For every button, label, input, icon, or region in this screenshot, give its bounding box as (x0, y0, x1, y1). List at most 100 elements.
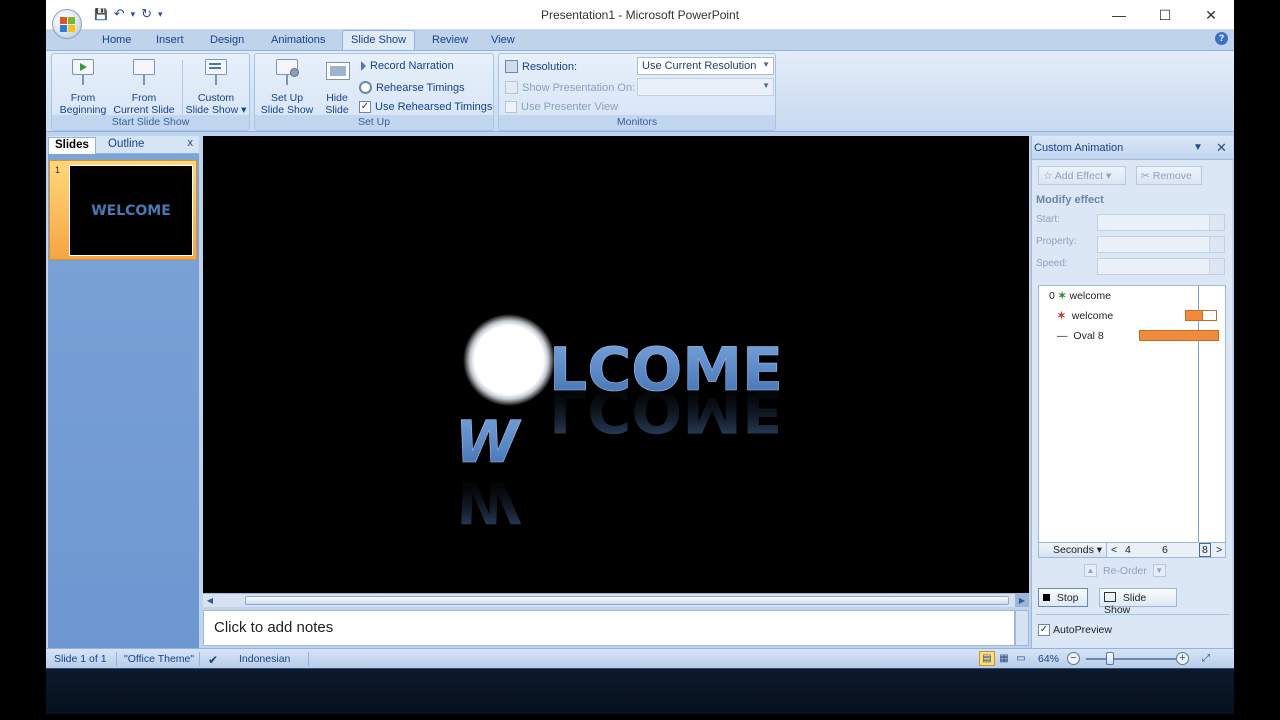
w-reflection: W (455, 468, 522, 536)
tab-view[interactable]: View (491, 34, 515, 46)
thumbnail-preview: WELCOME (69, 165, 193, 256)
move-up-icon[interactable]: ▲ (1084, 564, 1097, 577)
hide-slide-button[interactable]: Hide Slide (317, 58, 357, 116)
rehearse-timings-label: Rehearse Timings (376, 81, 465, 94)
anim-item-0[interactable]: 0 ✶ welcome (1049, 290, 1111, 302)
scroll-left-icon[interactable]: ◀ (203, 594, 217, 607)
stopwatch-icon (359, 81, 372, 94)
resolution-label-row: Resolution: (505, 60, 577, 73)
use-rehearsed-label: Use Rehearsed Timings (375, 101, 493, 113)
tab-outline[interactable]: Outline (102, 137, 150, 154)
pane-tabs: Slides Outline x (48, 136, 199, 154)
notes-scrollbar[interactable] (1015, 610, 1029, 646)
slide-canvas: LCOME LCOME W W (455, 314, 783, 536)
pane-options-icon[interactable]: ▼ (1193, 142, 1203, 153)
group-label-start: Start Slide Show (52, 115, 249, 130)
help-icon[interactable]: ? (1215, 32, 1228, 45)
slide-show-icon (1104, 592, 1116, 602)
presenter-view-checkbox[interactable]: Use Presenter View (505, 101, 618, 113)
set-up-slide-show-button[interactable]: Set Up Slide Show (257, 58, 317, 116)
custom-show-label-1: Custom (197, 92, 235, 104)
remove-icon: ✂ (1141, 170, 1150, 182)
autopreview-checkbox[interactable]: ✓ AutoPreview (1038, 624, 1112, 636)
anim-item-1[interactable]: ✶ welcome (1057, 310, 1113, 322)
remove-button[interactable]: ✂ Remove (1136, 166, 1202, 185)
seconds-dropdown[interactable]: Seconds ▾ (1039, 543, 1107, 557)
maximize-button[interactable]: ☐ (1142, 0, 1188, 30)
add-effect-label: Add Effect ▾ (1054, 170, 1112, 182)
tick-6: 6 (1162, 544, 1168, 556)
zoom-in-icon[interactable]: + (1176, 652, 1189, 665)
zoom-slider-thumb[interactable] (1106, 652, 1114, 665)
zoom-level[interactable]: 64% (1038, 653, 1059, 665)
dash-icon: — (1057, 330, 1068, 342)
anim-timing-bar-1[interactable] (1185, 310, 1203, 321)
move-down-icon[interactable]: ▼ (1152, 564, 1166, 577)
anim-item-name: Oval 8 (1073, 330, 1104, 342)
custom-slide-show-button[interactable]: Custom Slide Show ▾ (183, 58, 249, 116)
slide-sorter-view-icon[interactable]: ▦ (996, 651, 1012, 666)
close-button[interactable]: ✕ (1188, 0, 1234, 30)
autopreview-check[interactable]: ✓ (1038, 624, 1050, 636)
normal-view-icon[interactable]: ▤ (979, 651, 995, 666)
oval-8-glow[interactable] (463, 314, 555, 406)
tab-design[interactable]: Design (210, 34, 244, 46)
spelling-check-icon[interactable]: ✔ (208, 653, 218, 667)
tab-home[interactable]: Home (102, 34, 131, 46)
ribbon-tabs: Home Insert Design Animations Slide Show… (46, 30, 1234, 51)
speed-label: Speed: (1036, 258, 1068, 269)
hide-slide-icon (324, 58, 350, 86)
slide-show-view-icon[interactable]: ▭ (1013, 651, 1029, 666)
modify-effect-heading: Modify effect (1036, 194, 1104, 206)
close-icon[interactable]: ✕ (1216, 140, 1227, 156)
tab-slide-show[interactable]: Slide Show (342, 30, 416, 51)
property-select[interactable] (1097, 236, 1225, 253)
minimize-button[interactable]: — (1096, 0, 1142, 30)
anim-item-name: welcome (1069, 290, 1111, 302)
monitor-disabled-icon (505, 81, 518, 94)
anim-item-2[interactable]: — Oval 8 (1057, 330, 1104, 342)
tab-animations[interactable]: Animations (271, 34, 325, 46)
anim-timing-bar-2[interactable] (1139, 330, 1219, 341)
resolution-label: Resolution: (522, 60, 578, 73)
stop-button[interactable]: Stop (1038, 588, 1088, 607)
tab-insert[interactable]: Insert (156, 34, 184, 46)
show-on-select[interactable]: ▼ (637, 78, 774, 96)
resolution-select[interactable]: Use Current Resolution ▼ (637, 57, 774, 75)
slide-show-button[interactable]: Slide Show (1099, 588, 1177, 616)
slide-thumbnail-1[interactable]: 1 WELCOME (49, 160, 197, 260)
from-current-slide-button[interactable]: From Current Slide (110, 58, 178, 116)
office-logo-icon (60, 17, 75, 32)
presenter-view-check[interactable] (505, 101, 517, 113)
rehearse-timings-button[interactable]: Rehearse Timings (359, 81, 465, 94)
speed-select[interactable] (1097, 258, 1225, 275)
use-rehearsed-check[interactable]: ✓ (359, 101, 371, 113)
chevron-down-icon: ▼ (762, 60, 770, 69)
zoom-slider[interactable] (1086, 658, 1176, 660)
start-select[interactable] (1097, 214, 1225, 231)
timeline-next-icon[interactable]: > (1216, 544, 1222, 556)
record-narration-label: Record Narration (370, 60, 454, 72)
scroll-thumb[interactable] (245, 596, 1009, 605)
timeline-ruler: Seconds ▾ < 4 6 8 > (1038, 542, 1226, 558)
reflection-w: W (455, 468, 522, 536)
tab-slides[interactable]: Slides (48, 137, 96, 154)
tab-review[interactable]: Review (432, 34, 468, 46)
from-beginning-button[interactable]: From Beginning (55, 58, 111, 116)
use-rehearsed-timings-checkbox[interactable]: ✓ Use Rehearsed Timings (359, 101, 492, 113)
zoom-out-icon[interactable]: − (1067, 652, 1080, 665)
close-icon[interactable]: x (188, 137, 194, 149)
office-button[interactable] (52, 9, 82, 39)
projector-icon (131, 58, 157, 86)
add-effect-button[interactable]: ☆ Add Effect ▾ (1038, 166, 1126, 185)
horizontal-scrollbar[interactable]: ◀ ▶ (203, 593, 1029, 607)
slide-number: 1 (55, 165, 61, 175)
presenter-view-label: Use Presenter View (521, 101, 619, 113)
language[interactable]: Indonesian (239, 653, 290, 665)
timeline-prev-icon[interactable]: < (1111, 544, 1117, 556)
notes-pane[interactable]: Click to add notes (203, 610, 1015, 646)
scroll-right-icon[interactable]: ▶ (1015, 594, 1029, 607)
slide-editor[interactable]: LCOME LCOME W W (203, 136, 1029, 593)
fit-to-window-icon[interactable]: ⤢ (1198, 651, 1214, 666)
record-narration-button[interactable]: Record Narration (359, 60, 454, 72)
